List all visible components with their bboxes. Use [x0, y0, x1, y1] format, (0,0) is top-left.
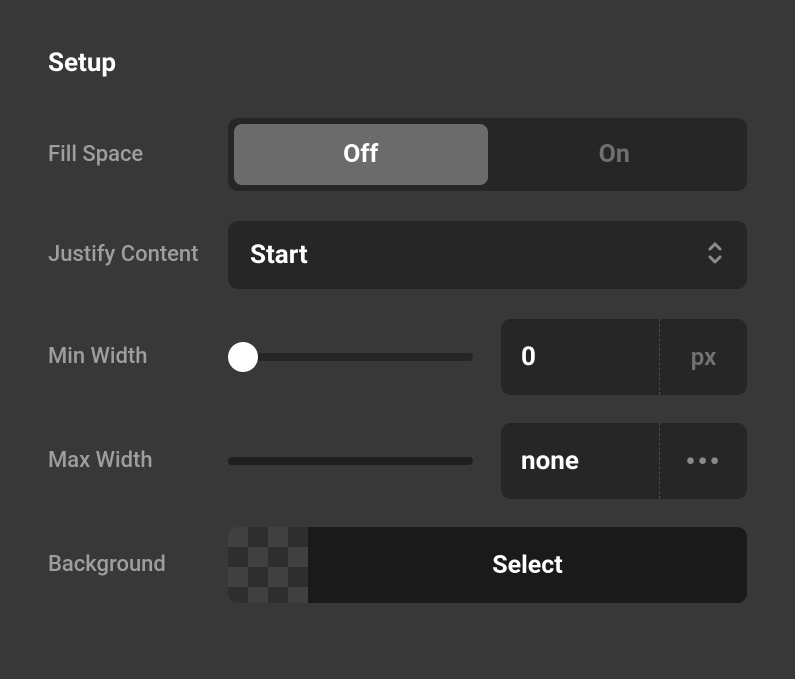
min-width-slider-thumb[interactable]	[228, 342, 258, 372]
fill-space-on[interactable]: On	[488, 124, 742, 185]
background-swatch[interactable]	[228, 527, 308, 603]
max-width-slider[interactable]	[228, 457, 473, 465]
min-width-value[interactable]: 0	[501, 319, 659, 395]
justify-content-select[interactable]: Start	[228, 221, 747, 289]
min-width-unit[interactable]: px	[659, 319, 747, 395]
max-width-input[interactable]: none •••	[501, 423, 747, 499]
background-select-button[interactable]: Select	[308, 527, 747, 603]
min-width-slider[interactable]	[228, 353, 473, 361]
max-width-more[interactable]: •••	[659, 423, 747, 499]
fill-space-off[interactable]: Off	[234, 124, 488, 185]
background-label: Background	[48, 550, 228, 580]
chevron-up-down-icon	[705, 239, 725, 271]
max-width-value[interactable]: none	[501, 423, 659, 499]
min-width-label: Min Width	[48, 342, 228, 372]
max-width-label: Max Width	[48, 446, 228, 476]
fill-space-toggle[interactable]: Off On	[228, 118, 747, 191]
justify-content-label: Justify Content	[48, 240, 228, 270]
justify-content-value: Start	[250, 240, 308, 270]
fill-space-label: Fill Space	[48, 140, 228, 170]
min-width-input[interactable]: 0 px	[501, 319, 747, 395]
section-title: Setup	[48, 48, 747, 78]
ellipsis-icon: •••	[685, 445, 721, 478]
